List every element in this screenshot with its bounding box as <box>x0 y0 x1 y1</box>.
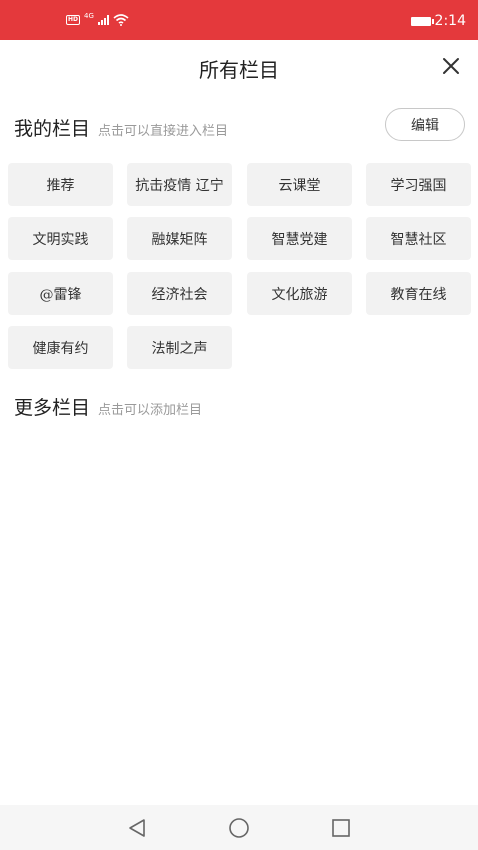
more-columns-hint: 点击可以添加栏目 <box>98 403 203 418</box>
home-circle-icon[interactable] <box>228 817 250 839</box>
column-chip[interactable]: 法制之声 <box>127 326 232 369</box>
system-nav-bar <box>0 805 478 850</box>
column-chip[interactable]: 智慧党建 <box>247 217 352 260</box>
header: 所有栏目 <box>0 40 478 94</box>
recent-square-icon[interactable] <box>330 817 352 839</box>
more-columns-title: 更多栏目 <box>14 397 91 419</box>
column-chip[interactable]: 健康有约 <box>8 326 113 369</box>
column-chip[interactable]: 抗击疫情 辽宁 <box>127 163 232 206</box>
signal-icon <box>97 15 109 25</box>
column-chip[interactable]: 推荐 <box>8 163 113 206</box>
clock: 2:14 <box>434 13 466 29</box>
page-title: 所有栏目 <box>199 58 279 82</box>
column-chip[interactable]: 学习强国 <box>366 163 471 206</box>
more-columns-header: 更多栏目 点击可以添加栏目 <box>14 393 202 420</box>
hd-badge: HD <box>66 15 80 25</box>
my-columns-header: 我的栏目 点击可以直接进入栏目 <box>14 114 228 141</box>
back-triangle-icon[interactable] <box>126 817 148 839</box>
edit-button[interactable]: 编辑 <box>385 108 465 141</box>
battery-icon <box>410 16 434 26</box>
status-right: 2:14 <box>410 13 466 29</box>
wifi-icon <box>113 14 129 26</box>
network-type: 4G <box>84 12 94 20</box>
column-chip[interactable]: 融媒矩阵 <box>127 217 232 260</box>
my-columns-title: 我的栏目 <box>14 118 91 140</box>
column-chip[interactable]: 云课堂 <box>247 163 352 206</box>
status-bar: HD 4G 2:14 <box>0 0 478 40</box>
column-chip[interactable]: 经济社会 <box>127 272 232 315</box>
status-indicators: HD 4G <box>66 12 129 26</box>
column-chip[interactable]: @雷锋 <box>8 272 113 315</box>
close-icon[interactable] <box>440 55 462 77</box>
column-chip[interactable]: 智慧社区 <box>366 217 471 260</box>
column-chip[interactable]: 文化旅游 <box>247 272 352 315</box>
column-chip[interactable]: 教育在线 <box>366 272 471 315</box>
column-chip[interactable]: 文明实践 <box>8 217 113 260</box>
my-columns-hint: 点击可以直接进入栏目 <box>98 124 229 139</box>
